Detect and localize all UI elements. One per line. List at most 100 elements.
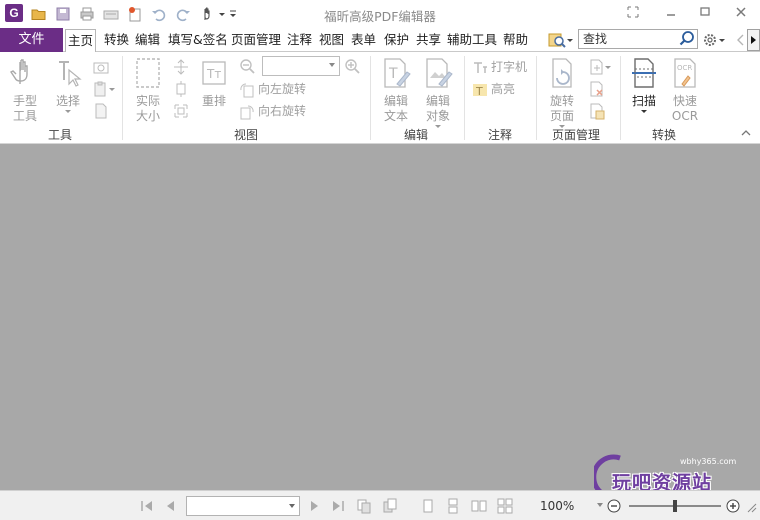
actual-size-label-2: 大小: [135, 109, 160, 123]
zoom-level[interactable]: 100%: [540, 499, 574, 513]
insert-page-icon[interactable]: [588, 58, 614, 76]
fit-page-icon[interactable]: [172, 80, 190, 98]
highlight-label: 高亮: [491, 82, 516, 96]
svg-text:Tт: Tт: [206, 67, 221, 81]
edit-text-label-1: 编辑: [383, 94, 408, 108]
typewriter-button[interactable]: 打字机: [472, 58, 527, 76]
select-tool-button[interactable]: 选择: [50, 56, 86, 119]
tab-help[interactable]: 帮助: [503, 28, 528, 52]
group-label-page-manage: 页面管理: [551, 128, 600, 142]
maximize-icon[interactable]: [694, 4, 716, 22]
tab-page-manage[interactable]: 页面管理: [231, 28, 281, 52]
rotate-left-label: 向左旋转: [258, 82, 307, 96]
tab-home[interactable]: 主页: [65, 29, 97, 53]
hand-tool-button[interactable]: 手型 工具: [6, 56, 44, 124]
edit-text-button[interactable]: T 编辑 文本: [378, 56, 414, 124]
svg-text:T: T: [388, 66, 398, 82]
ribbon-scroll-right-icon[interactable]: [747, 29, 760, 51]
scan-label: 扫描: [631, 94, 656, 108]
scan-doc-icon: [632, 58, 656, 88]
rotate-page-icon: [552, 58, 572, 88]
tab-form[interactable]: 表单: [351, 28, 376, 52]
page-dropdown-icon[interactable]: [289, 504, 295, 508]
last-page-icon[interactable]: [330, 498, 346, 514]
continuous-facing-icon[interactable]: [497, 498, 513, 514]
minimize-icon[interactable]: [660, 4, 682, 22]
rotate-right-button[interactable]: 向右旋转: [239, 102, 306, 120]
tab-protect[interactable]: 保护: [384, 28, 409, 52]
delete-page-icon[interactable]: [588, 80, 606, 98]
zoom-level-dropdown-icon[interactable]: [597, 503, 603, 507]
hand-tool-label-2: 工具: [12, 109, 37, 123]
watermark-url: wbhy365.com: [680, 457, 737, 466]
single-page-icon[interactable]: [420, 498, 436, 514]
reflow-icon: Tт: [202, 61, 226, 85]
scan-button[interactable]: 扫描: [626, 56, 662, 119]
reflow-label: 重排: [201, 94, 226, 108]
continuous-page-icon[interactable]: [445, 498, 461, 514]
restore-layout-icon[interactable]: [622, 4, 644, 22]
quick-ocr-button[interactable]: OCR 快速 OCR: [666, 56, 704, 124]
file-menu[interactable]: 文件: [0, 28, 63, 52]
tab-fill-sign[interactable]: 填写&签名: [168, 28, 228, 52]
highlight-button[interactable]: T 高亮: [472, 80, 515, 98]
facing-page-icon[interactable]: [471, 498, 487, 514]
collapse-ribbon-icon[interactable]: [740, 128, 752, 138]
tab-share[interactable]: 共享: [416, 28, 441, 52]
find-icon[interactable]: [548, 31, 574, 49]
group-label-edit: 编辑: [403, 128, 428, 142]
actual-size-icon: [136, 58, 160, 88]
tab-convert[interactable]: 转换: [104, 28, 129, 52]
page-number-input[interactable]: [186, 496, 300, 516]
clipboard-icon[interactable]: [92, 80, 118, 98]
document-icon[interactable]: [92, 102, 110, 120]
previous-view-icon[interactable]: [356, 498, 372, 514]
zoom-out-icon[interactable]: [238, 57, 256, 75]
document-area[interactable]: [0, 144, 760, 490]
hand-tool-label-1: 手型: [12, 94, 37, 108]
close-icon[interactable]: [730, 4, 752, 22]
gear-icon[interactable]: [702, 31, 728, 49]
first-page-icon[interactable]: [139, 498, 155, 514]
tab-view[interactable]: 视图: [319, 28, 344, 52]
next-view-icon[interactable]: [382, 498, 398, 514]
ocr-icon: OCR: [674, 58, 696, 88]
rotate-page-label-1: 旋转: [549, 94, 574, 108]
fit-visible-icon[interactable]: [172, 102, 190, 120]
resize-grip-icon[interactable]: [744, 498, 758, 514]
separator: [536, 56, 537, 140]
group-label-view: 视图: [233, 128, 258, 142]
group-label-tools: 工具: [47, 128, 72, 142]
zoom-combo[interactable]: [262, 56, 340, 76]
select-dropdown-icon[interactable]: [64, 109, 72, 115]
zoom-slider-thumb[interactable]: [673, 500, 677, 512]
rotate-left-icon: [240, 82, 254, 97]
extract-page-icon[interactable]: [588, 102, 606, 120]
ribbon-scroll-left-icon[interactable]: [734, 31, 746, 49]
zoom-out-status-icon[interactable]: [606, 498, 622, 514]
edit-object-label-2-text: 对象: [425, 109, 450, 123]
zoom-combo-dropdown-icon[interactable]: [329, 63, 335, 67]
scan-dropdown-icon[interactable]: [640, 109, 648, 115]
edit-object-button[interactable]: 编辑 对象: [418, 56, 458, 134]
reflow-button[interactable]: Tт 重排: [198, 56, 230, 109]
actual-size-button[interactable]: 实际 大小: [130, 56, 166, 124]
tab-accessibility[interactable]: 辅助工具: [447, 28, 497, 52]
separator: [620, 56, 621, 140]
rotate-left-button[interactable]: 向左旋转: [239, 80, 306, 98]
zoom-in-icon[interactable]: [343, 57, 361, 75]
next-page-icon[interactable]: [306, 498, 322, 514]
menu-bar: 文件 主页 转换 编辑 填写&签名 页面管理 注释 视图 表单 保护 共享 辅助…: [0, 28, 760, 53]
ribbon: 手型 工具 选择 工具 实际 大小 Tт 重排 向左旋转 向右旋转 视图 T 编…: [0, 52, 760, 144]
previous-page-icon[interactable]: [163, 498, 179, 514]
edit-object-label-1: 编辑: [425, 94, 450, 108]
tab-comment[interactable]: 注释: [287, 28, 312, 52]
actual-size-label-1: 实际: [135, 94, 160, 108]
fit-width-icon[interactable]: [172, 58, 190, 76]
snapshot-icon[interactable]: [92, 58, 110, 76]
tab-edit[interactable]: 编辑: [135, 28, 160, 52]
rotate-page-button[interactable]: 旋转 页面: [542, 56, 582, 134]
zoom-in-status-icon[interactable]: [725, 498, 741, 514]
quick-ocr-label-1: 快速: [672, 94, 697, 108]
search-icon[interactable]: [678, 30, 696, 48]
